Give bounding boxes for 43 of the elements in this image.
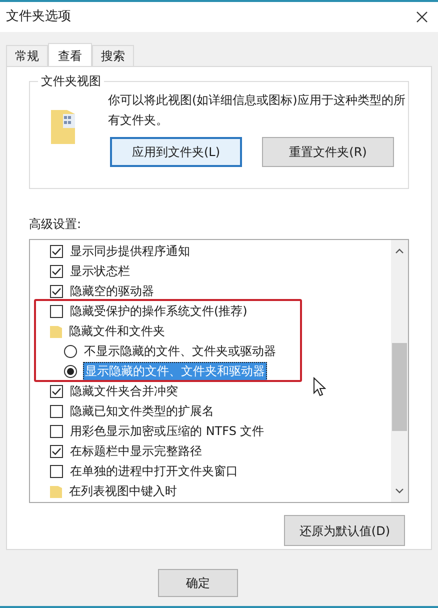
scroll-down-icon[interactable] [395,488,404,494]
checkbox[interactable] [50,384,63,398]
section-label: 高级设置: [29,217,82,231]
description-text: 你可以将此视图(如详细信息或图标)应用于这种类型的所有文件夹。 [108,92,406,129]
option-label[interactable]: 显示同步提供程序通知 [69,242,191,260]
checkbox[interactable] [50,404,63,418]
checkbox[interactable] [50,444,63,458]
checkbox[interactable] [50,464,63,478]
folder-icon [50,324,62,338]
scroll-up-icon[interactable] [395,248,404,254]
option-label[interactable]: 隐藏受保护的操作系统文件(推荐) [69,302,248,320]
radio-button[interactable] [64,364,77,378]
checkbox[interactable] [50,304,63,318]
checkbox[interactable] [50,284,63,298]
ok-button[interactable]: 确定 [158,569,238,597]
folder-icon [51,108,75,144]
cursor-icon [313,377,326,397]
folder-icon [50,484,62,498]
close-icon[interactable] [416,11,428,23]
option-label[interactable]: 用彩色显示加密或压缩的 NTFS 文件 [69,422,266,440]
tab[interactable]: 查看 [48,43,92,67]
option-label[interactable]: 隐藏文件夹合并冲突 [69,382,179,400]
checkbox[interactable] [50,244,63,258]
option-label[interactable]: 隐藏已知文件类型的扩展名 [69,402,215,420]
option-label: 隐藏文件和文件夹 [68,322,166,340]
scrollbar[interactable] [391,240,408,502]
option-label[interactable]: 不显示隐藏的文件、文件夹或驱动器 [83,342,277,360]
window-title: 文件夹选项 [6,8,71,26]
tab[interactable]: 搜索 [92,45,134,66]
restore-defaults-button[interactable]: 还原为默认值(D) [284,515,405,546]
scroll-thumb[interactable] [392,343,407,431]
option-label[interactable]: 在标题栏中显示完整路径 [69,442,203,460]
apply-button[interactable]: 应用到文件夹(L) [110,137,242,167]
option-label[interactable]: 隐藏空的驱动器 [69,282,155,300]
option-label[interactable]: 显示状态栏 [69,262,131,280]
tab[interactable]: 常规 [6,45,48,66]
reset-button[interactable]: 重置文件夹(R) [262,137,394,167]
group-title: 文件夹视图 [38,73,104,89]
checkbox[interactable] [50,424,63,438]
checkbox[interactable] [50,264,63,278]
option-label[interactable]: 在单独的进程中打开文件夹窗口 [69,462,239,480]
radio-button[interactable] [64,344,77,358]
option-label: 在列表视图中键入时 [68,482,178,500]
